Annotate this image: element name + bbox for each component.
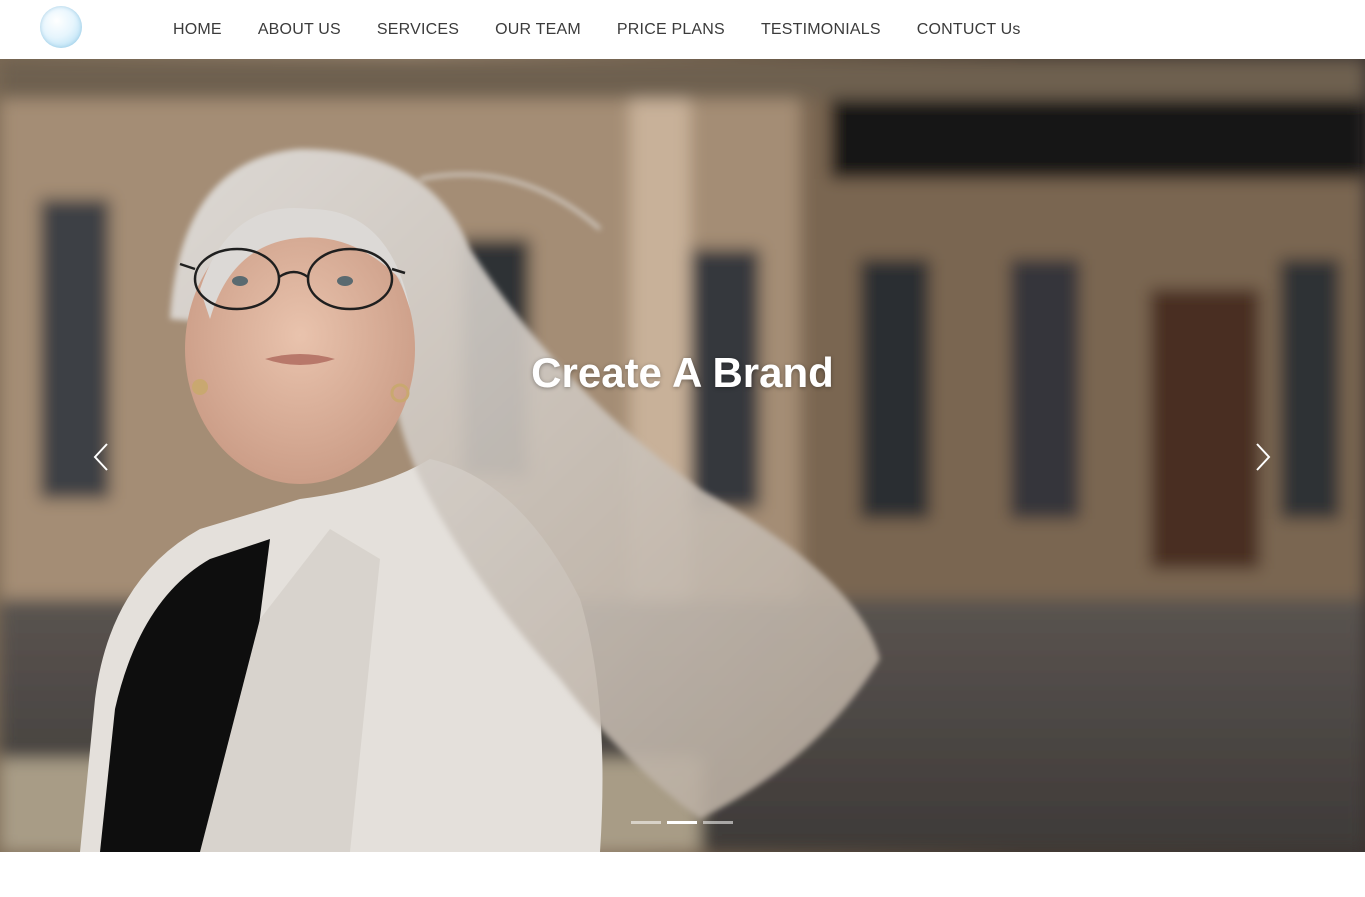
content-area [0, 852, 1365, 897]
top-navbar: HOME ABOUT US SERVICES OUR TEAM PRICE PL… [0, 0, 1365, 59]
nav-item-about-us: ABOUT US [240, 21, 359, 39]
nav-link-testimonials[interactable]: TESTIMONIALS [743, 21, 899, 39]
chevron-right-icon [1256, 443, 1271, 471]
nav-link-contact-us[interactable]: CONTUCT Us [899, 21, 1039, 39]
nav-menu: HOME ABOUT US SERVICES OUR TEAM PRICE PL… [155, 0, 1039, 59]
carousel-indicator-1[interactable] [631, 821, 661, 824]
hero-background-image [0, 59, 1365, 852]
logo[interactable] [40, 6, 82, 48]
carousel-next-button[interactable] [1243, 437, 1283, 477]
nav-link-home[interactable]: HOME [155, 21, 240, 39]
carousel-prev-button[interactable] [81, 437, 121, 477]
nav-link-services[interactable]: SERVICES [359, 21, 477, 39]
hero-carousel: Create A Brand [0, 59, 1365, 852]
nav-item-our-team: OUR TEAM [477, 21, 599, 39]
nav-link-our-team[interactable]: OUR TEAM [477, 21, 599, 39]
nav-item-price-plans: PRICE PLANS [599, 21, 743, 39]
nav-link-about-us[interactable]: ABOUT US [240, 21, 359, 39]
carousel-indicator-2[interactable] [667, 821, 697, 824]
hero-title: Create A Brand [531, 349, 834, 396]
chevron-left-icon [93, 443, 108, 471]
nav-item-testimonials: TESTIMONIALS [743, 21, 899, 39]
nav-item-services: SERVICES [359, 21, 477, 39]
carousel-indicator-3[interactable] [703, 821, 733, 824]
nav-link-price-plans[interactable]: PRICE PLANS [599, 21, 743, 39]
nav-item-home: HOME [155, 21, 240, 39]
nav-item-contact-us: CONTUCT Us [899, 21, 1039, 39]
carousel-indicators [631, 821, 733, 824]
